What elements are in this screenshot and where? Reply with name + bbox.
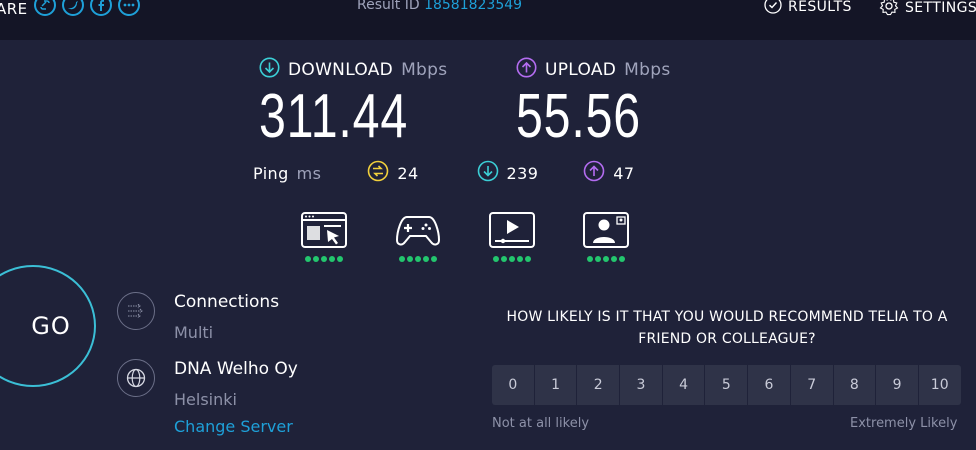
twitter-share-icon[interactable] (61, 0, 84, 16)
gaming-icon (395, 216, 441, 252)
ping-row: Ping ms 24 239 47 (253, 160, 634, 186)
web-browsing-icon (301, 212, 347, 252)
upload-label: UPLOAD (545, 60, 617, 80)
scale-option-4[interactable]: 4 (662, 365, 705, 405)
upload-header: UPLOAD Mbps (516, 57, 676, 83)
idle-latency-icon (367, 160, 389, 186)
scale-high-label: Extremely Likely (850, 416, 958, 431)
scale-option-5[interactable]: 5 (705, 365, 748, 405)
recommend-scale: 0 1 2 3 4 5 6 7 8 9 10 (492, 365, 961, 405)
result-id: Result ID 18581823549 (357, 0, 522, 13)
scale-option-6[interactable]: 6 (748, 365, 790, 405)
rating-dots (301, 256, 347, 262)
download-latency-icon (477, 160, 499, 186)
scale-option-0[interactable]: 0 (492, 365, 534, 405)
ping-upload-value: 47 (613, 163, 635, 183)
app-web-browsing[interactable] (301, 212, 347, 262)
scale-option-1[interactable]: 1 (534, 365, 577, 405)
rating-dots (395, 256, 441, 262)
connections-icon (117, 292, 155, 330)
upload-latency-icon (583, 160, 605, 186)
ping-idle-value: 24 (397, 163, 419, 183)
settings-label: SETTINGS (905, 0, 976, 16)
scale-option-8[interactable]: 8 (833, 365, 876, 405)
upload-unit: Mbps (624, 60, 671, 80)
ping-download-value: 239 (506, 163, 539, 183)
video-streaming-icon (489, 212, 535, 252)
server-name: DNA Welho Oy (174, 359, 298, 379)
check-circle-icon (764, 0, 782, 18)
scale-option-9[interactable]: 9 (876, 365, 918, 405)
ping-idle: 24 (367, 160, 418, 186)
settings-nav-button[interactable]: SETTINGS (879, 0, 976, 20)
app-video-chat[interactable] (583, 212, 629, 262)
rating-dots (489, 256, 535, 262)
ping-upload: 47 (583, 160, 634, 186)
link-share-icon[interactable] (33, 0, 56, 16)
download-header: DOWNLOAD Mbps (259, 57, 450, 83)
ping-label: Ping (253, 163, 289, 183)
scale-low-label: Not at all likely (492, 416, 590, 431)
facebook-share-icon[interactable] (89, 0, 112, 16)
connections-value[interactable]: Multi (174, 323, 213, 342)
results-label: RESULTS (788, 0, 852, 15)
connections-title: Connections (174, 292, 280, 312)
result-id-link[interactable]: 18581823549 (424, 0, 522, 13)
scale-option-3[interactable]: 3 (620, 365, 662, 405)
ping-download: 239 (477, 160, 539, 186)
upload-speed: UPLOAD Mbps 55.56 (516, 57, 676, 152)
change-server-link[interactable]: Change Server (174, 417, 293, 436)
go-label: GO (31, 312, 71, 340)
download-arrow-icon (259, 57, 280, 83)
survey-question: HOW LIKELY IS IT THAT YOU WOULD RECOMMEN… (506, 309, 948, 347)
share-bar: ARE (0, 0, 140, 18)
app-video-streaming[interactable] (489, 212, 535, 262)
scale-option-10[interactable]: 10 (918, 365, 961, 405)
app-gaming[interactable] (395, 212, 441, 262)
rating-dots (583, 256, 629, 262)
go-button[interactable]: GO (0, 265, 96, 387)
download-unit: Mbps (401, 60, 448, 80)
server-location: Helsinki (174, 390, 237, 409)
download-label: DOWNLOAD (288, 60, 394, 80)
ping-unit: ms (296, 163, 322, 183)
scale-option-7[interactable]: 7 (790, 365, 833, 405)
result-id-label: Result ID (357, 0, 420, 13)
scale-option-2[interactable]: 2 (577, 365, 620, 405)
download-value: 311.44 (259, 82, 409, 151)
top-bar: ARE Result ID 18581823549 RESULTS SETTIN… (0, 0, 976, 40)
upload-arrow-icon (516, 57, 537, 83)
upload-value: 55.56 (516, 82, 641, 151)
video-chat-icon (583, 212, 629, 252)
results-nav-button[interactable]: RESULTS (764, 0, 852, 18)
gear-icon (879, 0, 899, 20)
globe-icon (117, 359, 155, 397)
download-speed: DOWNLOAD Mbps 311.44 (259, 57, 450, 152)
share-label: ARE (0, 0, 28, 18)
more-share-icon[interactable] (117, 0, 140, 16)
